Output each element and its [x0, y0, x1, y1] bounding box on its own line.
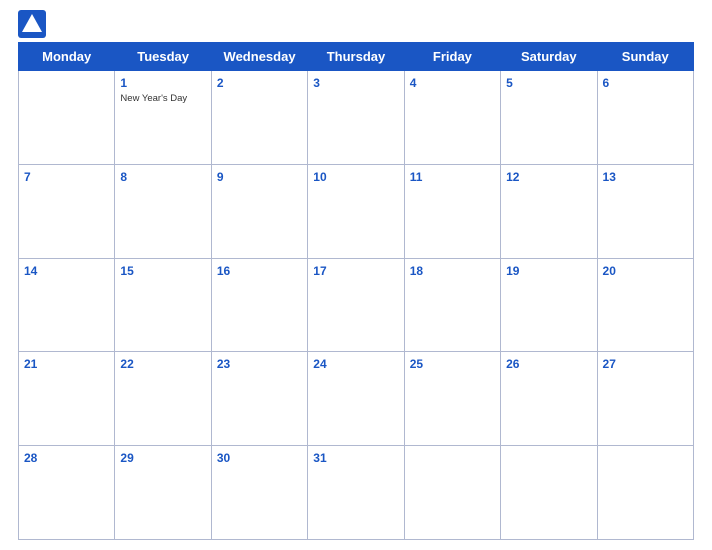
day-number: 10	[313, 170, 326, 184]
day-number: 29	[120, 451, 133, 465]
day-cell: 5	[501, 71, 597, 165]
day-cell: 19	[501, 258, 597, 352]
day-number: 21	[24, 357, 37, 371]
day-number: 26	[506, 357, 519, 371]
weekday-thursday: Thursday	[308, 43, 404, 71]
day-cell: 18	[404, 258, 500, 352]
day-number: 14	[24, 264, 37, 278]
day-cell: 22	[115, 352, 211, 446]
day-cell: 11	[404, 164, 500, 258]
day-cell: 20	[597, 258, 693, 352]
weekday-saturday: Saturday	[501, 43, 597, 71]
day-cell	[404, 446, 500, 540]
top-bar	[18, 10, 694, 38]
weekday-monday: Monday	[19, 43, 115, 71]
day-number: 31	[313, 451, 326, 465]
day-number: 24	[313, 357, 326, 371]
weekday-tuesday: Tuesday	[115, 43, 211, 71]
day-cell: 6	[597, 71, 693, 165]
week-row-3: 14 15 16 17 18 19 20	[19, 258, 694, 352]
day-number: 23	[217, 357, 230, 371]
day-cell: 30	[211, 446, 307, 540]
day-number: 27	[603, 357, 616, 371]
day-cell: 9	[211, 164, 307, 258]
day-cell: 14	[19, 258, 115, 352]
day-cell: 25	[404, 352, 500, 446]
day-cell: 27	[597, 352, 693, 446]
weekday-header-row: MondayTuesdayWednesdayThursdayFridaySatu…	[19, 43, 694, 71]
week-row-4: 21 22 23 24 25 26 27	[19, 352, 694, 446]
day-number: 13	[603, 170, 616, 184]
day-number: 4	[410, 76, 417, 90]
weekday-sunday: Sunday	[597, 43, 693, 71]
day-cell: 23	[211, 352, 307, 446]
week-row-1: 1 New Year's Day 2 3 4 5 6	[19, 71, 694, 165]
day-cell	[19, 71, 115, 165]
day-number: 8	[120, 170, 127, 184]
day-cell: 24	[308, 352, 404, 446]
week-row-2: 7 8 9 10 11 12 13	[19, 164, 694, 258]
day-cell: 7	[19, 164, 115, 258]
day-cell: 4	[404, 71, 500, 165]
day-cell: 28	[19, 446, 115, 540]
day-cell: 12	[501, 164, 597, 258]
day-number: 5	[506, 76, 513, 90]
day-number: 12	[506, 170, 519, 184]
day-number: 25	[410, 357, 423, 371]
day-cell: 2	[211, 71, 307, 165]
logo	[18, 10, 50, 38]
day-cell: 21	[19, 352, 115, 446]
weekday-friday: Friday	[404, 43, 500, 71]
day-cell: 16	[211, 258, 307, 352]
day-cell: 1 New Year's Day	[115, 71, 211, 165]
day-cell: 3	[308, 71, 404, 165]
day-cell	[501, 446, 597, 540]
day-number: 22	[120, 357, 133, 371]
day-cell: 17	[308, 258, 404, 352]
day-number: 15	[120, 264, 133, 278]
calendar: MondayTuesdayWednesdayThursdayFridaySatu…	[18, 42, 694, 540]
day-number: 2	[217, 76, 224, 90]
holiday-label: New Year's Day	[120, 93, 205, 104]
day-number: 16	[217, 264, 230, 278]
week-row-5: 28 29 30 31	[19, 446, 694, 540]
day-number: 19	[506, 264, 519, 278]
day-number: 11	[410, 170, 423, 184]
day-cell: 10	[308, 164, 404, 258]
day-number: 30	[217, 451, 230, 465]
day-number: 1	[120, 76, 127, 90]
day-cell	[597, 446, 693, 540]
weekday-wednesday: Wednesday	[211, 43, 307, 71]
day-cell: 13	[597, 164, 693, 258]
day-number: 7	[24, 170, 31, 184]
day-number: 20	[603, 264, 616, 278]
day-number: 3	[313, 76, 320, 90]
day-number: 9	[217, 170, 224, 184]
day-cell: 15	[115, 258, 211, 352]
day-cell: 29	[115, 446, 211, 540]
day-number: 18	[410, 264, 423, 278]
day-cell: 8	[115, 164, 211, 258]
day-number: 6	[603, 76, 610, 90]
day-cell: 26	[501, 352, 597, 446]
day-number: 17	[313, 264, 326, 278]
logo-icon	[18, 10, 46, 38]
day-number: 28	[24, 451, 37, 465]
day-cell: 31	[308, 446, 404, 540]
